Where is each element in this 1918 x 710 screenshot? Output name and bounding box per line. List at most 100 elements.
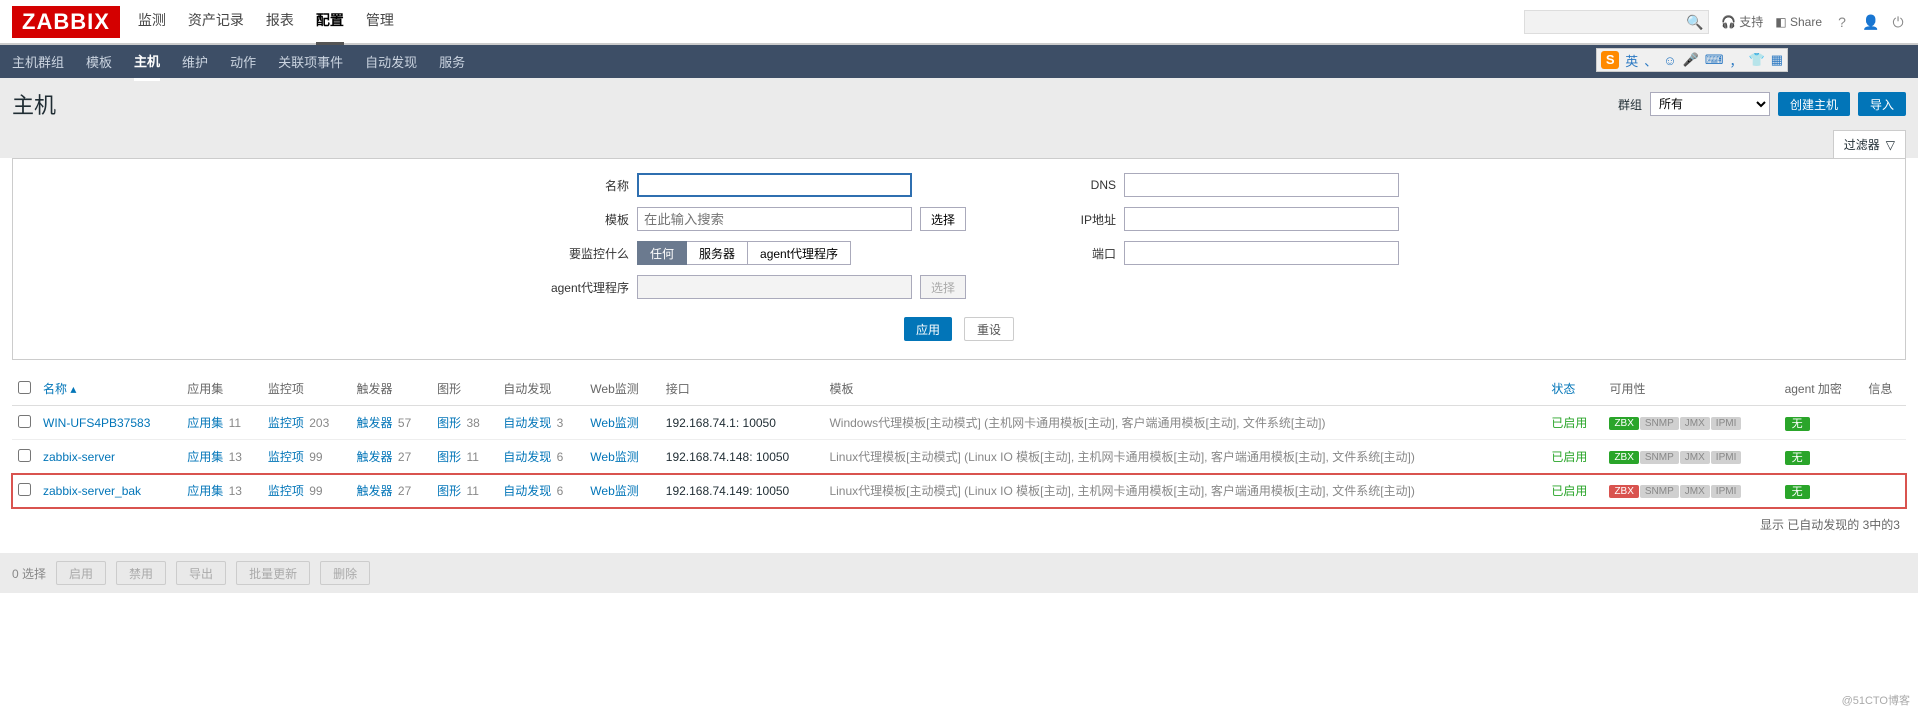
- filter-template-select-button[interactable]: 选择: [920, 207, 966, 231]
- col-items: 监控项: [262, 372, 351, 406]
- create-host-button[interactable]: 创建主机: [1778, 92, 1850, 116]
- subnav-actions[interactable]: 动作: [230, 44, 256, 79]
- graphs-link[interactable]: 图形: [437, 484, 461, 498]
- filter-name-input[interactable]: [637, 173, 912, 197]
- ime-sep[interactable]: 、: [1644, 51, 1657, 70]
- zbx-badge: ZBX: [1609, 451, 1638, 464]
- status-link[interactable]: 已启用: [1551, 484, 1587, 498]
- power-icon[interactable]: ⏻: [1890, 14, 1906, 30]
- bulk-disable-button[interactable]: 禁用: [116, 561, 166, 585]
- row-checkbox[interactable]: [18, 415, 31, 428]
- filter-toggle[interactable]: 过滤器 ▽: [1833, 130, 1906, 158]
- discovery-link[interactable]: 自动发现: [503, 450, 551, 464]
- ime-mic-icon[interactable]: 🎤: [1683, 52, 1699, 68]
- support-link[interactable]: 🎧 支持: [1721, 13, 1763, 30]
- page-header: 主机 群组 所有 创建主机 导入: [0, 78, 1918, 130]
- templates-cell: Windows代理模板[主动模式] (主机网卡通用模板[主动], 客户端通用模板…: [823, 406, 1545, 440]
- info-cell: [1862, 406, 1906, 440]
- items-link[interactable]: 监控项: [268, 416, 304, 430]
- logo[interactable]: ZABBIX: [12, 6, 120, 38]
- ime-toolbar[interactable]: S 英 、 ☺ 🎤 ⌨ ， 👕 ▦: [1596, 48, 1788, 72]
- menu-reports[interactable]: 报表: [266, 0, 294, 45]
- web-link[interactable]: Web监测: [590, 484, 638, 498]
- iface-cell: 192.168.74.148: 10050: [660, 440, 824, 474]
- group-select[interactable]: 所有: [1650, 92, 1770, 116]
- menu-inventory[interactable]: 资产记录: [188, 0, 244, 45]
- table-row: WIN-UFS4PB37583应用集 11监控项 203触发器 57图形 38自…: [12, 406, 1906, 440]
- items-link[interactable]: 监控项: [268, 484, 304, 498]
- filter-proxy-select-button: 选择: [920, 275, 966, 299]
- ime-skin-icon[interactable]: 👕: [1749, 52, 1765, 68]
- status-link[interactable]: 已启用: [1551, 450, 1587, 464]
- filter-ip-label: IP地址: [1056, 211, 1116, 228]
- filter-port-label: 端口: [1056, 245, 1116, 262]
- triggers-link[interactable]: 触发器: [357, 416, 393, 430]
- subnav-services[interactable]: 服务: [439, 44, 465, 79]
- subnav-hosts[interactable]: 主机: [134, 43, 160, 81]
- apps-link[interactable]: 应用集: [187, 484, 223, 498]
- web-link[interactable]: Web监测: [590, 450, 638, 464]
- ime-punct[interactable]: ，: [1730, 51, 1743, 70]
- bulk-enable-button[interactable]: 启用: [56, 561, 106, 585]
- subnav-maintenance[interactable]: 维护: [182, 44, 208, 79]
- status-link[interactable]: 已启用: [1551, 416, 1587, 430]
- filter-dns-input[interactable]: [1124, 173, 1399, 197]
- ime-keyboard-icon[interactable]: ⌨: [1705, 52, 1724, 68]
- user-icon[interactable]: 👤: [1862, 14, 1878, 30]
- ime-lang[interactable]: 英: [1625, 51, 1638, 70]
- menu-administration[interactable]: 管理: [366, 0, 394, 45]
- col-status[interactable]: 状态: [1551, 382, 1575, 396]
- bulk-massupdate-button[interactable]: 批量更新: [236, 561, 310, 585]
- menu-configuration[interactable]: 配置: [316, 0, 344, 45]
- col-web: Web监测: [584, 372, 659, 406]
- import-button[interactable]: 导入: [1858, 92, 1906, 116]
- host-name-link[interactable]: WIN-UFS4PB37583: [43, 416, 150, 430]
- encryption-badge: 无: [1785, 417, 1810, 431]
- row-checkbox[interactable]: [18, 483, 31, 496]
- filter-ip-input[interactable]: [1124, 207, 1399, 231]
- subnav-templates[interactable]: 模板: [86, 44, 112, 79]
- zbx-badge: ZBX: [1609, 417, 1638, 430]
- filter-monitor-server[interactable]: 服务器: [687, 241, 748, 265]
- subnav-discovery[interactable]: 自动发现: [365, 44, 417, 79]
- col-discovery: 自动发现: [497, 372, 584, 406]
- web-link[interactable]: Web监测: [590, 416, 638, 430]
- global-search[interactable]: 🔍: [1524, 10, 1709, 34]
- subnav-correlation[interactable]: 关联项事件: [278, 44, 343, 79]
- row-checkbox[interactable]: [18, 449, 31, 462]
- host-name-link[interactable]: zabbix-server: [43, 450, 115, 464]
- ime-logo-icon: S: [1601, 51, 1619, 69]
- select-all-checkbox[interactable]: [18, 381, 31, 394]
- discovery-link[interactable]: 自动发现: [503, 416, 551, 430]
- graphs-link[interactable]: 图形: [437, 416, 461, 430]
- filter-monitor-any[interactable]: 任何: [637, 241, 687, 265]
- filter-template-input[interactable]: [637, 207, 912, 231]
- ime-face-icon[interactable]: ☺: [1663, 53, 1676, 68]
- snmp-badge: SNMP: [1640, 451, 1679, 464]
- apps-link[interactable]: 应用集: [187, 416, 223, 430]
- triggers-link[interactable]: 触发器: [357, 484, 393, 498]
- bulk-delete-button[interactable]: 删除: [320, 561, 370, 585]
- bulk-export-button[interactable]: 导出: [176, 561, 226, 585]
- filter-tab-bar: 过滤器 ▽: [0, 130, 1918, 158]
- col-name[interactable]: 名称 ▴: [43, 382, 76, 396]
- apps-link[interactable]: 应用集: [187, 450, 223, 464]
- host-name-link[interactable]: zabbix-server_bak: [43, 484, 141, 498]
- jmx-badge: JMX: [1680, 417, 1710, 430]
- iface-cell: 192.168.74.149: 10050: [660, 474, 824, 508]
- discovery-link[interactable]: 自动发现: [503, 484, 551, 498]
- snmp-badge: SNMP: [1640, 485, 1679, 498]
- ime-grid-icon[interactable]: ▦: [1771, 52, 1783, 68]
- table-footer: 显示 已自动发现的 3中的3: [12, 508, 1906, 541]
- filter-port-input[interactable]: [1124, 241, 1399, 265]
- share-link[interactable]: ◧ Share: [1775, 15, 1822, 29]
- items-link[interactable]: 监控项: [268, 450, 304, 464]
- subnav-hostgroups[interactable]: 主机群组: [12, 44, 64, 79]
- filter-monitor-proxy[interactable]: agent代理程序: [748, 241, 851, 265]
- filter-apply-button[interactable]: 应用: [904, 317, 952, 341]
- triggers-link[interactable]: 触发器: [357, 450, 393, 464]
- graphs-link[interactable]: 图形: [437, 450, 461, 464]
- menu-monitoring[interactable]: 监测: [138, 0, 166, 45]
- filter-reset-button[interactable]: 重设: [964, 317, 1014, 341]
- help-icon[interactable]: ?: [1834, 14, 1850, 30]
